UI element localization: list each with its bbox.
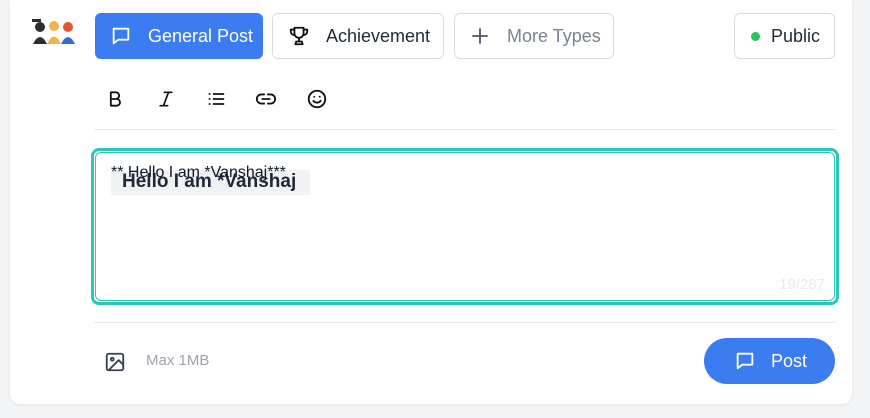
avatar-group-icon [32,19,75,44]
general-post-label: General Post [148,25,254,46]
list-icon [208,93,225,105]
character-counter: 19/287 [779,276,825,293]
image-upload-icon[interactable] [104,351,126,373]
message-square-icon [110,25,132,47]
general-post-button[interactable]: General Post [95,13,263,59]
more-types-label: More Types [507,25,601,46]
public-status-dot [751,31,760,41]
post-button[interactable]: Post [704,338,835,384]
plus-icon [471,27,489,45]
italic-icon [159,91,173,107]
list-button[interactable] [203,86,229,112]
bold-button[interactable] [102,86,128,112]
visibility-public-button[interactable]: Public [734,13,835,59]
footer-divider [94,322,835,323]
achievement-button[interactable]: Achievement [272,13,444,59]
achievement-label: Achievement [326,25,431,46]
link-button[interactable] [253,86,279,112]
post-button-label: Post [771,350,808,371]
visibility-label: Public [771,25,821,46]
bold-icon [109,91,121,107]
more-types-button[interactable]: More Types [454,13,614,59]
post-editor[interactable]: Hello I am *Vanshaj ** Hello I am *Vansh… [91,148,839,305]
toolbar-divider [94,129,835,130]
emoji-icon [307,89,327,109]
italic-button[interactable] [153,86,179,112]
link-icon [255,93,277,105]
message-square-icon [734,350,756,372]
emoji-button[interactable] [304,86,330,112]
max-file-size-label: Max 1MB [146,352,210,369]
trophy-icon [288,25,310,47]
editor-raw-text[interactable]: ** Hello I am *Vanshaj*** [111,164,286,182]
